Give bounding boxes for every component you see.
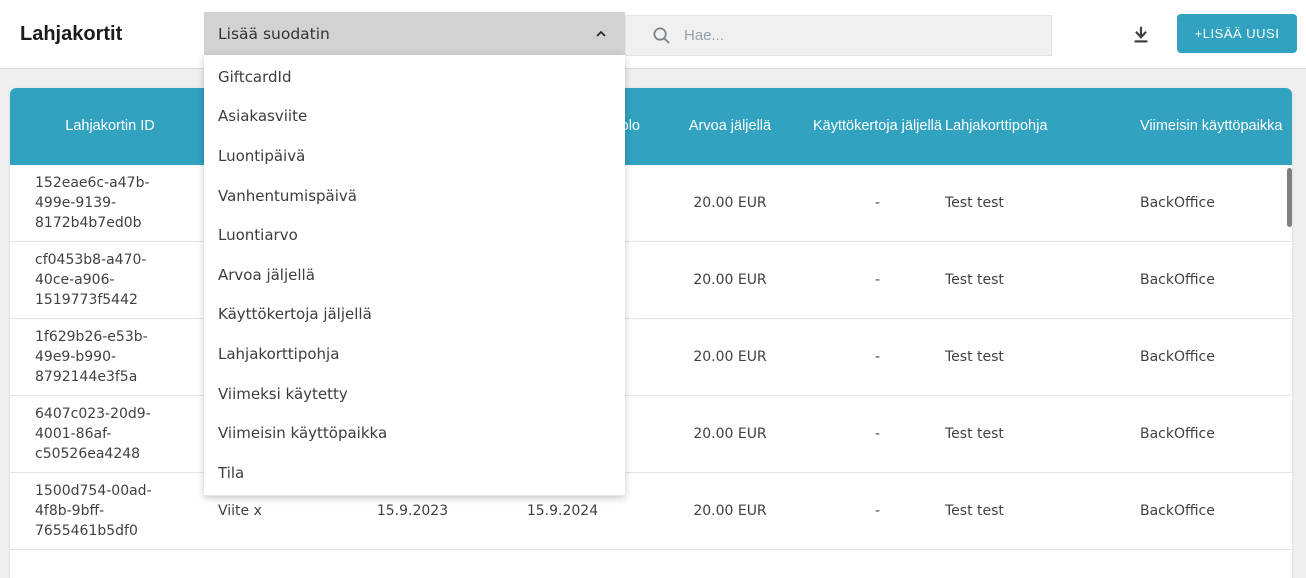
giftcard-template: Test test [945,242,1085,318]
last-used-place: BackOffice [1085,396,1292,472]
download-icon [1130,24,1152,46]
filter-option-luontiarvo[interactable]: Luontiarvo [204,215,625,255]
giftcard-template: Test test [945,396,1085,472]
filter-option-luontipaiva[interactable]: Luontipäivä [204,136,625,176]
table-row[interactable]: cf0453b8-a470-40ce-a906-1519773f5442 20.… [10,242,1292,319]
filter-dropdown-toggle[interactable]: Lisää suodatin [204,12,625,55]
column-header-uses-left[interactable]: Käyttökertoja jäljellä [810,88,945,165]
download-button[interactable] [1123,17,1159,53]
column-header-value-left[interactable]: Arvoa jäljellä [650,88,810,165]
chevron-up-icon [593,26,609,42]
table-row[interactable]: 152eae6c-a47b-499e-9139-8172b4b7ed0b 20.… [10,165,1292,242]
column-header-giftcard-id[interactable]: Lahjakortin ID [10,88,210,165]
uses-left: - [810,473,945,549]
uses-left: - [810,242,945,318]
page-title: Lahjakortit [20,0,122,69]
filter-option-viimeisin-kayttopaikka[interactable]: Viimeisin käyttöpaikka [204,413,625,453]
table-row[interactable]: 1f629b26-e53b-49e9-b990-8792144e3f5a 20.… [10,319,1292,396]
last-used-place: BackOffice [1085,319,1292,395]
table-header-row: Lahjakortin ID Asiakasviite Luontipäivä … [10,88,1292,165]
giftcard-template: Test test [945,165,1085,241]
table-row[interactable]: 6407c023-20d9-4001-86af-c50526ea4248 20.… [10,396,1292,473]
add-new-button[interactable]: +LISÄÄ UUSI [1177,14,1297,53]
last-used-place: BackOffice [1085,242,1292,318]
filter-option-lahjakorttipohja[interactable]: Lahjakorttipohja [204,334,625,374]
value-left: 20.00 EUR [650,473,810,549]
search-box[interactable] [625,15,1052,56]
giftcard-table: Lahjakortin ID Asiakasviite Luontipäivä … [10,88,1292,578]
value-left: 20.00 EUR [650,319,810,395]
top-bar: Lahjakortit +LISÄÄ UUSI [0,0,1306,69]
giftcard-id: 152eae6c-a47b-499e-9139-8172b4b7ed0b [35,173,160,233]
filter-option-arvoa-jaljella[interactable]: Arvoa jäljellä [204,255,625,295]
uses-left: - [810,319,945,395]
last-used-place: BackOffice [1085,473,1292,549]
filter-option-giftcardid[interactable]: GiftcardId [204,57,625,97]
value-left: 20.00 EUR [650,396,810,472]
column-header-last-used-place[interactable]: Viimeisin käyttöpaikka [1085,88,1292,165]
filter-option-kayttokertoja-jaljella[interactable]: Käyttökertoja jäljellä [204,295,625,335]
column-header-template[interactable]: Lahjakorttipohja [945,88,1085,165]
filter-option-asiakasviite[interactable]: Asiakasviite [204,97,625,137]
giftcard-id: 1f629b26-e53b-49e9-b990-8792144e3f5a [35,327,160,387]
filter-dropdown-menu: GiftcardId Asiakasviite Luontipäivä Vanh… [204,55,625,496]
giftcard-id: cf0453b8-a470-40ce-a906-1519773f5442 [35,250,160,310]
value-left: 20.00 EUR [650,165,810,241]
uses-left: - [810,396,945,472]
giftcard-template: Test test [945,319,1085,395]
giftcard-id: 1500d754-00ad-4f8b-9bff-7655461b5df0 [35,481,160,541]
filter-option-viimeksi-kaytetty[interactable]: Viimeksi käytetty [204,374,625,414]
search-input[interactable] [684,27,1024,44]
uses-left: - [810,165,945,241]
filter-dropdown: Lisää suodatin GiftcardId Asiakasviite L… [204,12,625,496]
value-left: 20.00 EUR [650,242,810,318]
filter-dropdown-label: Lisää suodatin [218,25,330,43]
filter-option-tila[interactable]: Tila [204,453,625,493]
vertical-scrollbar[interactable] [1287,168,1292,227]
giftcard-template: Test test [945,473,1085,549]
table-row[interactable]: 1500d754-00ad-4f8b-9bff-7655461b5df0 Vii… [10,473,1292,550]
giftcard-id: 6407c023-20d9-4001-86af-c50526ea4248 [35,404,160,464]
last-used-place: BackOffice [1085,165,1292,241]
filter-option-vanhentumispaiva[interactable]: Vanhentumispäivä [204,176,625,216]
search-icon [652,26,671,45]
